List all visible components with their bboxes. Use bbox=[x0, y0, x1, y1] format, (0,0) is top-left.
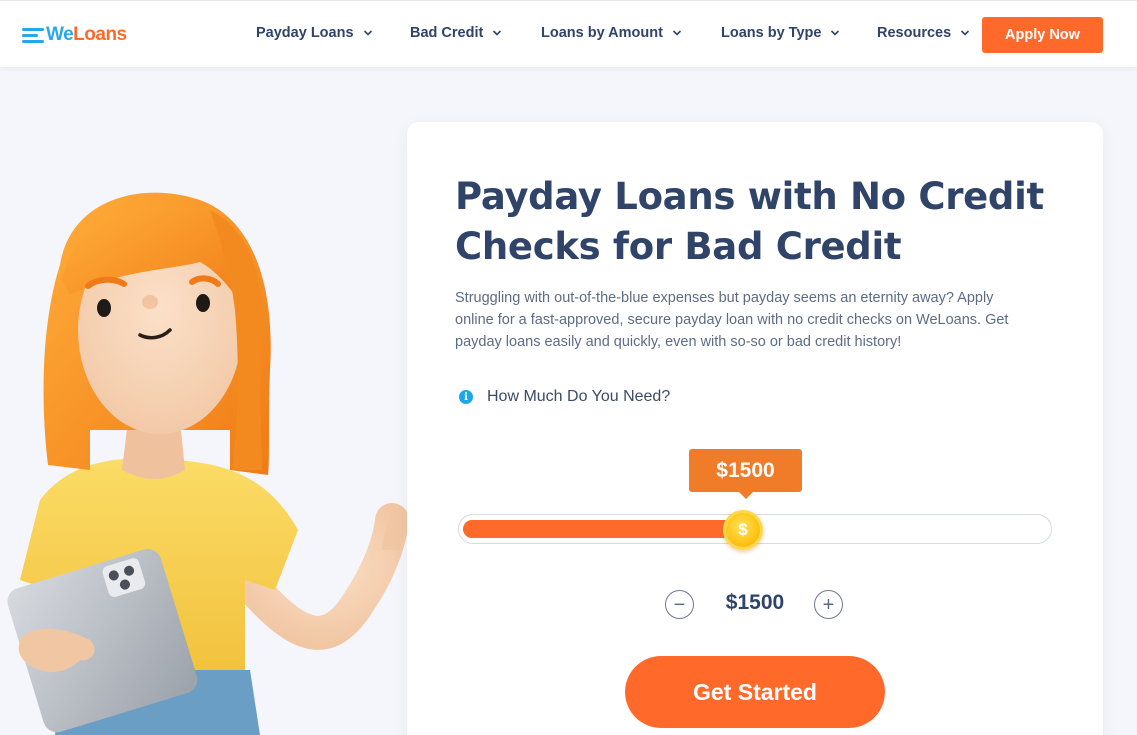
nav-loans-by-amount[interactable]: Loans by Amount bbox=[541, 25, 682, 41]
nav-resources[interactable]: Resources bbox=[877, 25, 970, 41]
get-started-button[interactable]: Get Started bbox=[625, 656, 885, 728]
nav-label: Resources bbox=[877, 25, 952, 41]
nav-payday-loans[interactable]: Payday Loans bbox=[256, 25, 373, 41]
plus-icon[interactable]: + bbox=[814, 590, 843, 619]
amount-question: i How Much Do You Need? bbox=[459, 388, 670, 406]
amount-value: $1500 bbox=[725, 591, 785, 614]
hero-description: Struggling with out-of-the-blue expenses… bbox=[455, 290, 1009, 350]
logo-mark-icon bbox=[22, 26, 44, 44]
amount-stepper: − $1500 + bbox=[665, 588, 845, 620]
thumb-symbol: $ bbox=[738, 520, 748, 539]
site-header: WeLoans Payday Loans Bad Credit Loans by… bbox=[0, 0, 1137, 67]
info-icon[interactable]: i bbox=[459, 390, 473, 404]
amount-tooltip: $1500 bbox=[689, 449, 802, 499]
chevron-down-icon bbox=[831, 30, 840, 36]
apply-now-button[interactable]: Apply Now bbox=[982, 17, 1103, 53]
minus-icon[interactable]: − bbox=[665, 590, 694, 619]
nav-bad-credit[interactable]: Bad Credit bbox=[410, 25, 502, 41]
dollar-coin-icon[interactable]: $ bbox=[723, 510, 763, 550]
nav-loans-by-type[interactable]: Loans by Type bbox=[721, 25, 840, 41]
slider-fill bbox=[463, 520, 743, 538]
woman-with-tablet-illustration bbox=[7, 192, 409, 735]
amount-question-label: How Much Do You Need? bbox=[487, 388, 671, 405]
logo-text: WeLoans bbox=[46, 24, 127, 45]
nav-label: Bad Credit bbox=[410, 25, 484, 41]
chevron-down-icon bbox=[363, 30, 372, 36]
loan-calculator-card: Payday Loans with No Credit Checks for B… bbox=[407, 122, 1103, 735]
nav-label: Loans by Type bbox=[721, 25, 822, 41]
loan-amount-slider[interactable]: $ bbox=[458, 510, 1052, 550]
chevron-down-icon bbox=[961, 30, 970, 36]
weloans-logo[interactable]: WeLoans bbox=[22, 22, 127, 48]
nav-label: Loans by Amount bbox=[541, 25, 663, 41]
page-title: Payday Loans with No Credit Checks for B… bbox=[455, 175, 1044, 268]
chevron-down-icon bbox=[672, 30, 681, 36]
nav-label: Payday Loans bbox=[256, 25, 354, 41]
chevron-down-icon bbox=[493, 30, 502, 36]
